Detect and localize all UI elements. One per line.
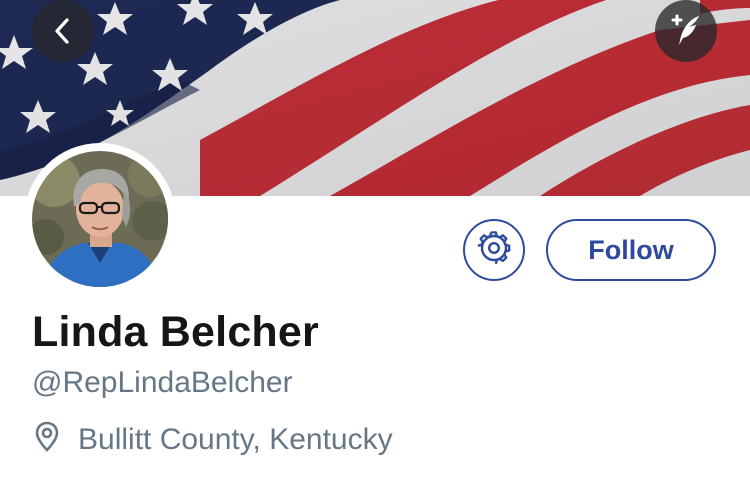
chevron-left-icon [50, 16, 76, 46]
location-text: Bullitt County, Kentucky [78, 422, 393, 456]
compose-tweet-button[interactable] [655, 0, 717, 62]
follow-button-label: Follow [588, 234, 674, 265]
profile-photo [32, 151, 168, 287]
gear-icon [477, 230, 511, 270]
profile-location: Bullitt County, Kentucky [32, 420, 393, 459]
profile-name: Linda Belcher [32, 308, 319, 356]
profile-handle: @RepLindaBelcher [32, 366, 293, 399]
back-button[interactable] [32, 0, 94, 62]
compose-tweet-icon [666, 11, 706, 51]
location-pin-icon [32, 420, 62, 459]
avatar[interactable] [24, 143, 176, 295]
follow-button[interactable]: Follow [546, 219, 716, 281]
profile-settings-button[interactable] [463, 219, 525, 281]
